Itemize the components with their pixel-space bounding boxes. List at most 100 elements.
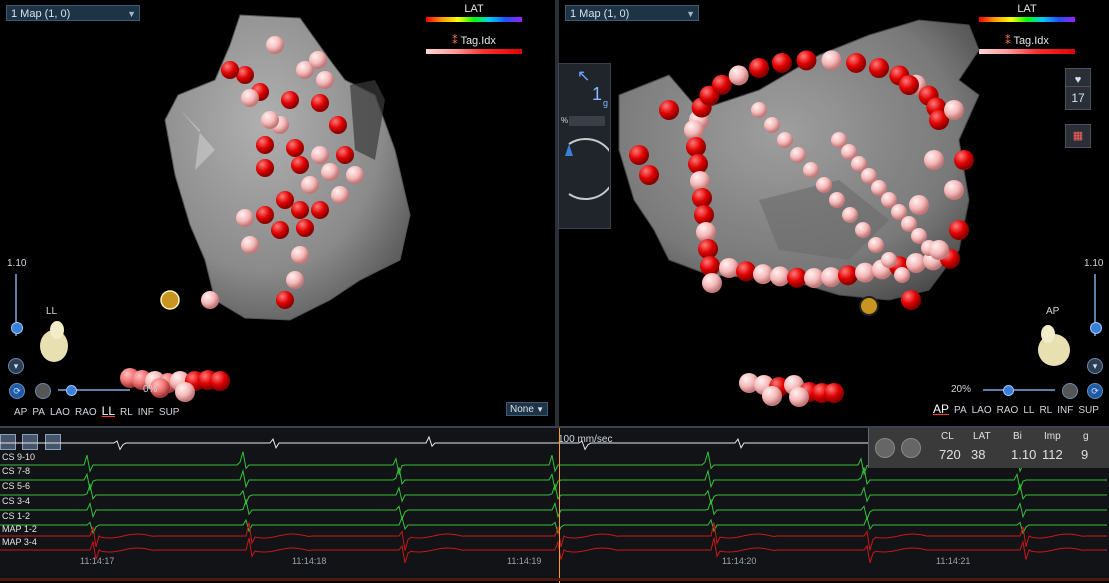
catheter-tip-icon[interactable] — [160, 290, 180, 310]
ecg-time-label: 11:14:20 — [722, 556, 757, 566]
tag-point — [698, 239, 718, 259]
tag-point — [954, 150, 974, 170]
transparency-knob[interactable] — [66, 385, 77, 396]
view-button-pa[interactable]: PA — [32, 407, 45, 418]
ecg-trace — [0, 482, 1107, 506]
tag-point — [816, 177, 832, 193]
none-select[interactable]: None ▼ — [506, 402, 548, 416]
measure-icon[interactable] — [875, 438, 895, 458]
catheter-tip-icon[interactable] — [859, 296, 879, 316]
tag-point — [909, 195, 929, 215]
tag-point — [700, 256, 720, 276]
ecg-channel-label[interactable]: CS 3-4 — [2, 496, 30, 506]
zoom-slider-left[interactable] — [11, 274, 23, 336]
view-button-ap[interactable]: AP — [14, 407, 27, 418]
zoom-out-button[interactable]: ▾ — [1087, 358, 1103, 374]
contact-gauge-icon — [565, 138, 609, 200]
ecg-channel-label[interactable]: CS 7-8 — [2, 466, 30, 476]
settings-icon[interactable] — [901, 438, 921, 458]
view-button-lao[interactable]: LAO — [50, 407, 70, 418]
ecg-channel-label[interactable]: MAP 3-4 — [2, 537, 37, 547]
transparency-sphere-icon[interactable] — [1062, 383, 1078, 399]
rotate-button[interactable]: ⟳ — [1087, 383, 1103, 399]
force-indicator-bar — [569, 116, 605, 126]
zoom-slider-knob[interactable] — [1090, 322, 1102, 334]
grid-tool-button[interactable]: ▦ — [1065, 124, 1091, 148]
tag-point — [899, 75, 919, 95]
tag-point — [906, 252, 926, 273]
view-button-rl[interactable]: RL — [1039, 405, 1052, 416]
view-button-inf[interactable]: INF — [138, 407, 154, 418]
heart-orientation-icon[interactable] — [1032, 322, 1074, 368]
view-button-rao[interactable]: RAO — [997, 405, 1019, 416]
tag-point — [266, 36, 284, 54]
ecg-channel-label[interactable]: MAP 1-2 — [2, 524, 37, 534]
left-anatomy-canvas[interactable] — [0, 0, 555, 426]
ecg-trace — [0, 515, 1107, 535]
tag-point — [346, 166, 364, 184]
tag-point — [944, 100, 964, 120]
measurement-value: 9 — [1081, 447, 1089, 462]
view-button-inf[interactable]: INF — [1057, 405, 1073, 416]
tag-point — [770, 266, 790, 287]
view-button-ap[interactable]: AP — [933, 402, 949, 416]
measurement-value: 1.10 — [1011, 447, 1037, 462]
tag-point — [291, 246, 309, 264]
rotate-button[interactable]: ⟳ — [9, 383, 25, 399]
tag-point — [256, 206, 274, 224]
tag-point — [881, 252, 897, 268]
ecg-channel-label[interactable]: CS 9-10 — [2, 452, 35, 462]
zoom-out-button[interactable]: ▾ — [8, 358, 24, 374]
chevron-down-icon: ▼ — [536, 405, 544, 414]
tag-point — [329, 116, 347, 134]
zoom-slider-right[interactable] — [1090, 274, 1102, 336]
view-button-ll[interactable]: LL — [102, 404, 115, 418]
heart-orientation-icon[interactable] — [37, 318, 71, 364]
ecg-time-label: 11:14:19 — [507, 556, 542, 566]
side-panel-value: 1 — [592, 84, 603, 104]
tag-point — [694, 205, 714, 225]
view-button-ll[interactable]: LL — [1023, 405, 1034, 416]
none-select-label: None — [510, 404, 534, 415]
right-3d-view[interactable]: 1 Map (1, 0) ▼ LAT ⁑ Tag.Idx 1.10 ▾ AP ⟳… — [559, 0, 1109, 426]
view-button-rl[interactable]: RL — [120, 407, 133, 418]
count-box[interactable]: 17 — [1065, 86, 1091, 110]
tag-point — [256, 136, 274, 154]
ecg-panel[interactable]: 100 mm/sec CS 9-10 CS 7-8 CS 5-6 CS 3-4 CS 1… — [0, 426, 1109, 583]
transparency-slider-left[interactable] — [58, 385, 130, 396]
tag-point — [291, 201, 309, 219]
orientation-label-right: AP — [1046, 306, 1060, 317]
tag-point — [291, 156, 309, 174]
view-button-pa[interactable]: PA — [954, 405, 967, 416]
tag-point — [764, 117, 780, 133]
transparency-slider-right[interactable] — [983, 385, 1055, 396]
view-button-lao[interactable]: LAO — [972, 405, 992, 416]
zoom-value-right: 1.10 — [1084, 258, 1104, 269]
tag-point — [241, 236, 259, 254]
ecg-channel-label[interactable]: CS 5-6 — [2, 481, 30, 491]
ecg-time-label: 11:14:21 — [936, 556, 971, 566]
zoom-slider-knob[interactable] — [11, 322, 23, 334]
view-button-sup[interactable]: SUP — [159, 407, 180, 418]
tag-point — [749, 58, 769, 79]
tag-point — [846, 52, 867, 73]
ecg-time-label: 11:14:17 — [80, 556, 115, 566]
tag-point — [829, 192, 845, 208]
tag-point — [803, 162, 819, 178]
transparency-knob[interactable] — [1003, 385, 1014, 396]
view-button-rao[interactable]: RAO — [75, 407, 97, 418]
tag-point — [286, 139, 304, 157]
tag-point — [821, 267, 841, 288]
view-button-sup[interactable]: SUP — [1078, 405, 1099, 416]
view-buttons-right: AP PA LAO RAO LL RL INF SUP — [933, 402, 1104, 416]
zoom-value-left: 1.10 — [7, 258, 27, 269]
right-anatomy-canvas[interactable] — [559, 0, 1109, 426]
transparency-sphere-icon[interactable] — [35, 383, 51, 399]
tag-point — [311, 94, 329, 112]
tag-point — [221, 61, 239, 79]
ecg-channel-label[interactable]: CS 1-2 — [2, 511, 30, 521]
time-cursor[interactable] — [559, 428, 560, 583]
catheter-side-panel[interactable]: ↖ 1 g % — [558, 63, 611, 229]
left-3d-view[interactable]: 1 Map (1, 0) ▼ LAT ⁑ Tag.Idx 1.10 ▾ LL ⟳… — [0, 0, 555, 426]
tag-point — [331, 186, 349, 204]
